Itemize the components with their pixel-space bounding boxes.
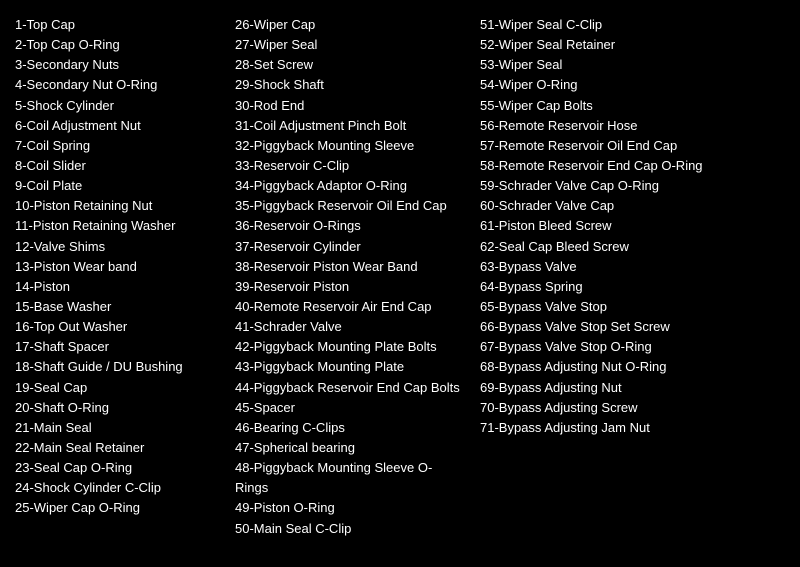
list-item: 25-Wiper Cap O-Ring	[15, 498, 220, 518]
list-item: 5-Shock Cylinder	[15, 96, 220, 116]
list-item: 22-Main Seal Retainer	[15, 438, 220, 458]
list-item: 71-Bypass Adjusting Jam Nut	[480, 418, 725, 438]
list-item: 65-Bypass Valve Stop	[480, 297, 725, 317]
list-item: 26-Wiper Cap	[235, 15, 465, 35]
list-item: 64-Bypass Spring	[480, 277, 725, 297]
list-item: 24-Shock Cylinder C-Clip	[15, 478, 220, 498]
list-item: 45-Spacer	[235, 398, 465, 418]
list-item: 46-Bearing C-Clips	[235, 418, 465, 438]
list-item: 11-Piston Retaining Washer	[15, 216, 220, 236]
list-item: 31-Coil Adjustment Pinch Bolt	[235, 116, 465, 136]
list-item: 60-Schrader Valve Cap	[480, 196, 725, 216]
list-item: 67-Bypass Valve Stop O-Ring	[480, 337, 725, 357]
list-item: 16-Top Out Washer	[15, 317, 220, 337]
list-item: 9-Coil Plate	[15, 176, 220, 196]
list-item: 33-Reservoir C-Clip	[235, 156, 465, 176]
list-item: 54-Wiper O-Ring	[480, 75, 725, 95]
list-item: 36-Reservoir O-Rings	[235, 216, 465, 236]
list-item: 70-Bypass Adjusting Screw	[480, 398, 725, 418]
list-item: 2-Top Cap O-Ring	[15, 35, 220, 55]
column-1: 1-Top Cap2-Top Cap O-Ring3-Secondary Nut…	[15, 15, 235, 539]
list-item: 3-Secondary Nuts	[15, 55, 220, 75]
list-item: 61-Piston Bleed Screw	[480, 216, 725, 236]
list-item: 48-Piggyback Mounting Sleeve O-Rings	[235, 458, 465, 498]
list-item: 18-Shaft Guide / DU Bushing	[15, 357, 220, 377]
list-item: 1-Top Cap	[15, 15, 220, 35]
list-item: 56-Remote Reservoir Hose	[480, 116, 725, 136]
list-item: 6-Coil Adjustment Nut	[15, 116, 220, 136]
list-item: 53-Wiper Seal	[480, 55, 725, 75]
list-item: 68-Bypass Adjusting Nut O-Ring	[480, 357, 725, 377]
column-3: 51-Wiper Seal C-Clip52-Wiper Seal Retain…	[480, 15, 740, 539]
list-item: 13-Piston Wear band	[15, 257, 220, 277]
list-item: 57-Remote Reservoir Oil End Cap	[480, 136, 725, 156]
list-item: 15-Base Washer	[15, 297, 220, 317]
list-item: 58-Remote Reservoir End Cap O-Ring	[480, 156, 725, 176]
list-item: 20-Shaft O-Ring	[15, 398, 220, 418]
list-item: 12-Valve Shims	[15, 237, 220, 257]
list-item: 41-Schrader Valve	[235, 317, 465, 337]
list-item: 21-Main Seal	[15, 418, 220, 438]
list-item: 38-Reservoir Piston Wear Band	[235, 257, 465, 277]
list-item: 62-Seal Cap Bleed Screw	[480, 237, 725, 257]
list-item: 66-Bypass Valve Stop Set Screw	[480, 317, 725, 337]
list-item: 40-Remote Reservoir Air End Cap	[235, 297, 465, 317]
list-item: 43-Piggyback Mounting Plate	[235, 357, 465, 377]
list-item: 39-Reservoir Piston	[235, 277, 465, 297]
list-item: 30-Rod End	[235, 96, 465, 116]
list-item: 50-Main Seal C-Clip	[235, 519, 465, 539]
list-item: 23-Seal Cap O-Ring	[15, 458, 220, 478]
list-item: 32-Piggyback Mounting Sleeve	[235, 136, 465, 156]
list-item: 37-Reservoir Cylinder	[235, 237, 465, 257]
list-item: 52-Wiper Seal Retainer	[480, 35, 725, 55]
list-item: 51-Wiper Seal C-Clip	[480, 15, 725, 35]
list-item: 59-Schrader Valve Cap O-Ring	[480, 176, 725, 196]
list-item: 49-Piston O-Ring	[235, 498, 465, 518]
list-item: 34-Piggyback Adaptor O-Ring	[235, 176, 465, 196]
list-item: 28-Set Screw	[235, 55, 465, 75]
list-item: 29-Shock Shaft	[235, 75, 465, 95]
list-item: 42-Piggyback Mounting Plate Bolts	[235, 337, 465, 357]
list-item: 17-Shaft Spacer	[15, 337, 220, 357]
list-item: 35-Piggyback Reservoir Oil End Cap	[235, 196, 465, 216]
list-item: 63-Bypass Valve	[480, 257, 725, 277]
list-item: 8-Coil Slider	[15, 156, 220, 176]
list-item: 55-Wiper Cap Bolts	[480, 96, 725, 116]
list-item: 47-Spherical bearing	[235, 438, 465, 458]
list-item: 7-Coil Spring	[15, 136, 220, 156]
list-item: 27-Wiper Seal	[235, 35, 465, 55]
list-item: 4-Secondary Nut O-Ring	[15, 75, 220, 95]
list-item: 69-Bypass Adjusting Nut	[480, 378, 725, 398]
list-item: 14-Piston	[15, 277, 220, 297]
parts-list: 1-Top Cap2-Top Cap O-Ring3-Secondary Nut…	[15, 10, 785, 539]
list-item: 44-Piggyback Reservoir End Cap Bolts	[235, 378, 465, 398]
list-item: 19-Seal Cap	[15, 378, 220, 398]
list-item: 10-Piston Retaining Nut	[15, 196, 220, 216]
column-2: 26-Wiper Cap27-Wiper Seal28-Set Screw29-…	[235, 15, 480, 539]
